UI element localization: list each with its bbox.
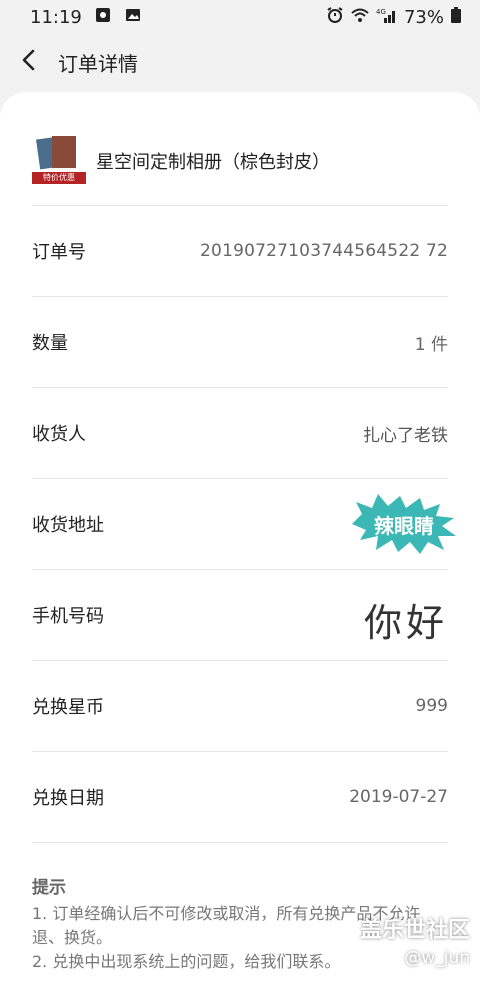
star-coins-row: 兑换星币 999 xyxy=(32,661,448,752)
back-button[interactable] xyxy=(0,34,58,90)
exchange-date-row: 兑换日期 2019-07-27 xyxy=(32,752,448,843)
alarm-icon xyxy=(326,6,344,29)
community-watermark: 盖乐世社区 @w_jun xyxy=(360,912,470,968)
quantity-row: 数量 1 件 xyxy=(32,297,448,388)
chevron-left-icon xyxy=(21,48,37,76)
exchange-date-value: 2019-07-27 xyxy=(349,787,448,807)
recipient-row: 收货人 扎心了老铁 xyxy=(32,388,448,479)
image-icon xyxy=(124,6,142,29)
wifi-icon xyxy=(350,6,370,29)
notes-title: 提示 xyxy=(32,878,66,898)
recipient-label: 收货人 xyxy=(32,424,86,445)
watermark-user: @w_jun xyxy=(404,948,470,968)
product-row[interactable]: 特价优惠 星空间定制相册（棕色封皮） xyxy=(32,132,448,206)
address-label: 收货地址 xyxy=(32,515,104,536)
quantity-label: 数量 xyxy=(32,333,68,354)
cellular-signal-icon: 4G xyxy=(376,6,398,29)
status-time: 11:19 xyxy=(30,6,82,28)
exchange-date-label: 兑换日期 xyxy=(32,788,104,809)
page-title: 订单详情 xyxy=(58,51,138,76)
quantity-value: 1 件 xyxy=(414,334,448,355)
title-bar: 订单详情 xyxy=(0,34,480,90)
handwriting-overlay: 你好 xyxy=(364,601,449,645)
status-bar: 11:19 4G 73% xyxy=(0,0,480,34)
star-coins-label: 兑换星币 xyxy=(32,697,104,718)
screenshot-icon xyxy=(94,6,112,29)
network-type: 4G xyxy=(376,8,386,16)
phone-label: 手机号码 xyxy=(32,606,104,627)
battery-percent: 73% xyxy=(403,6,444,28)
order-number-row: 订单号 20190727103744564522 72 xyxy=(32,206,448,297)
product-name: 星空间定制相册（棕色封皮） xyxy=(96,152,330,173)
battery-icon xyxy=(450,6,462,29)
order-detail-card: 特价优惠 星空间定制相册（棕色封皮） 订单号 20190727103744564… xyxy=(0,92,480,986)
order-number-label: 订单号 xyxy=(32,242,86,263)
watermark-brand: 盖乐世社区 xyxy=(359,918,470,943)
sticker-splash: 辣眼睛 xyxy=(348,492,458,560)
star-coins-value: 999 xyxy=(415,696,448,716)
recipient-value: 扎心了老铁 xyxy=(363,425,448,446)
order-number-value: 20190727103744564522 72 xyxy=(200,241,448,261)
product-tag: 特价优惠 xyxy=(43,173,75,182)
sticker-text: 辣眼睛 xyxy=(374,514,434,538)
product-thumbnail: 特价优惠 xyxy=(32,132,86,186)
